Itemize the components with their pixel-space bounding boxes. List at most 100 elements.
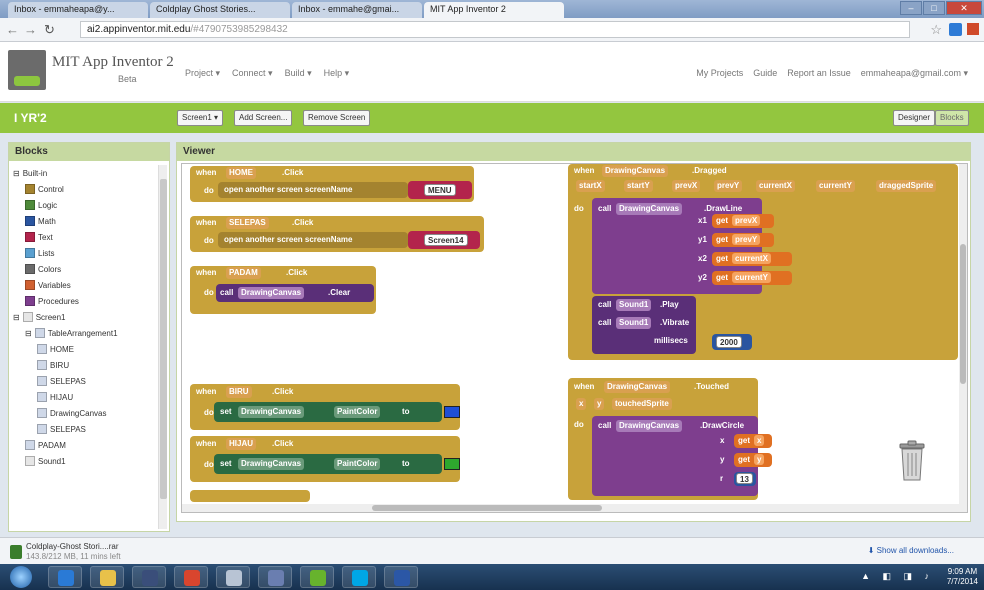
chrome-menu-icon[interactable] — [967, 23, 979, 35]
browser-tab[interactable]: Coldplay Ghost Stories... — [150, 2, 290, 18]
browser-tab[interactable]: Inbox - emmahe@gmai... — [292, 2, 422, 18]
tree-item[interactable]: ⊟ Built-in — [13, 165, 165, 181]
tree-item[interactable]: Math — [13, 213, 165, 229]
tree-item[interactable]: DrawingCanvas — [13, 405, 165, 421]
target-pill[interactable]: DrawingCanvas — [616, 203, 683, 215]
target-pill[interactable]: DrawingCanvas — [616, 420, 683, 432]
screen-name-value[interactable]: MENU — [424, 184, 456, 196]
skype-icon[interactable] — [342, 566, 376, 588]
blocks-button[interactable]: Blocks — [935, 110, 969, 126]
menu-project[interactable]: Project ▾ — [185, 68, 220, 79]
component-pill[interactable]: PADAM — [226, 267, 261, 279]
tree-item[interactable]: Variables — [13, 277, 165, 293]
chrome-icon[interactable] — [174, 566, 208, 588]
download-item[interactable]: Coldplay-Ghost Stori....rar 143.8/212 MB… — [10, 541, 170, 563]
tree-item[interactable]: Procedures — [13, 293, 165, 309]
tree-item[interactable]: SELEPAS — [13, 421, 165, 437]
tree-item[interactable]: SELEPAS — [13, 373, 165, 389]
sound-target-pill[interactable]: Sound1 — [616, 299, 652, 311]
get-block[interactable]: get y — [734, 453, 772, 467]
tree-item[interactable]: Colors — [13, 261, 165, 277]
number-block[interactable]: 13 — [734, 472, 756, 486]
tree-item[interactable]: HIJAU — [13, 389, 165, 405]
color-swatch-blue[interactable] — [444, 406, 460, 418]
get-block[interactable]: get prevY — [712, 233, 774, 247]
event-param[interactable]: currentY — [816, 180, 855, 192]
tree-item[interactable]: BIRU — [13, 357, 165, 373]
url-field[interactable]: ai2.appinventor.mit.edu/#479075398529843… — [80, 21, 910, 38]
event-param[interactable]: prevX — [672, 180, 701, 192]
event-param[interactable]: y — [594, 398, 605, 410]
component-pill[interactable]: HIJAU — [226, 438, 257, 450]
maximize-button[interactable]: □ — [923, 1, 945, 15]
tree-expander-icon[interactable]: ⊟ — [13, 169, 20, 178]
menu-build[interactable]: Build ▾ — [285, 68, 312, 79]
start-button[interactable] — [10, 566, 32, 588]
system-tray-icons[interactable]: ▲ ◧ ◨ ♪ — [861, 571, 934, 582]
component-pill[interactable]: DrawingCanvas — [604, 381, 671, 393]
event-param[interactable]: prevY — [714, 180, 743, 192]
component-pill[interactable]: HOME — [226, 167, 256, 179]
event-param[interactable]: x — [576, 398, 587, 410]
tree-item[interactable]: Lists — [13, 245, 165, 261]
blocks-workspace[interactable]: when HOME .Click do open another screen … — [181, 163, 968, 513]
show-all-downloads-link[interactable]: ⬇ Show all downloads... — [868, 546, 954, 555]
tree-scrollbar[interactable] — [158, 165, 167, 529]
account-menu[interactable]: emmaheapa@gmail.com ▾ — [861, 68, 968, 79]
close-button[interactable]: ✕ — [946, 1, 982, 15]
workspace-hscrollbar[interactable] — [182, 504, 967, 512]
color-swatch-green[interactable] — [444, 458, 460, 470]
word-icon[interactable] — [384, 566, 418, 588]
get-variable[interactable]: currentY — [732, 272, 771, 283]
menu-help[interactable]: Help ▾ — [324, 68, 350, 79]
explorer-icon[interactable] — [90, 566, 124, 588]
event-param[interactable]: currentX — [756, 180, 795, 192]
padam-click-block[interactable]: when PADAM .Click do call DrawingCanvas … — [190, 266, 376, 314]
extension-icon[interactable] — [949, 23, 962, 36]
camera-icon[interactable] — [216, 566, 250, 588]
back-icon[interactable]: ← — [6, 22, 19, 37]
trash-icon[interactable] — [897, 440, 927, 482]
get-block[interactable]: get prevX — [712, 214, 774, 228]
tree-item[interactable]: ⊟ TableArrangement1 — [13, 325, 165, 341]
number-value[interactable]: 13 — [736, 473, 753, 484]
biru-click-block[interactable]: when BIRU .Click do set DrawingCanvas Pa… — [190, 384, 460, 430]
tree-item[interactable]: Logic — [13, 197, 165, 213]
target-pill[interactable]: DrawingCanvas — [238, 406, 305, 418]
event-param[interactable]: startY — [624, 180, 653, 192]
browser-tab[interactable]: Inbox - emmaheapa@y... — [8, 2, 148, 18]
event-param[interactable]: draggedSprite — [876, 180, 937, 192]
canvas-touched-block[interactable]: when DrawingCanvas .Touched x y touchedSpr… — [568, 378, 772, 500]
tree-item[interactable]: HOME — [13, 341, 165, 357]
media-player-icon[interactable] — [132, 566, 166, 588]
event-param[interactable]: touchedSprite — [612, 398, 672, 410]
tree-item[interactable]: Sound1 — [13, 453, 165, 469]
forward-icon[interactable]: → — [24, 22, 37, 37]
sound-target-pill[interactable]: Sound1 — [616, 317, 652, 329]
screen-select[interactable]: Screen1 ▾ — [177, 110, 224, 126]
partial-block[interactable] — [190, 490, 310, 502]
home-click-block[interactable]: when HOME .Click do open another screen … — [190, 166, 474, 202]
component-pill[interactable]: DrawingCanvas — [602, 165, 669, 177]
get-block[interactable]: get currentX — [712, 252, 792, 266]
tree-item[interactable]: Text — [13, 229, 165, 245]
component-pill[interactable]: BIRU — [226, 386, 252, 398]
component-pill[interactable]: SELEPAS — [226, 217, 269, 229]
tree-expander-icon[interactable]: ⊟ — [13, 313, 20, 322]
get-variable[interactable]: y — [754, 454, 765, 465]
bookmark-star-icon[interactable]: ☆ — [930, 22, 942, 38]
get-variable[interactable]: currentX — [732, 253, 771, 264]
reload-icon[interactable]: ↻ — [44, 22, 55, 38]
get-block[interactable]: get currentY — [712, 271, 792, 285]
target-pill[interactable]: DrawingCanvas — [238, 287, 305, 299]
target-pill[interactable]: DrawingCanvas — [238, 458, 305, 470]
sticky-icon[interactable] — [258, 566, 292, 588]
tree-item[interactable]: ⊟ Screen1 — [13, 309, 165, 325]
ie-icon[interactable] — [48, 566, 82, 588]
my-projects-link[interactable]: My Projects — [696, 68, 743, 79]
designer-button[interactable]: Designer — [893, 110, 936, 126]
get-variable[interactable]: x — [754, 435, 765, 446]
menu-connect[interactable]: Connect ▾ — [232, 68, 273, 79]
property-pill[interactable]: PaintColor — [334, 458, 381, 470]
guide-link[interactable]: Guide — [753, 68, 777, 79]
